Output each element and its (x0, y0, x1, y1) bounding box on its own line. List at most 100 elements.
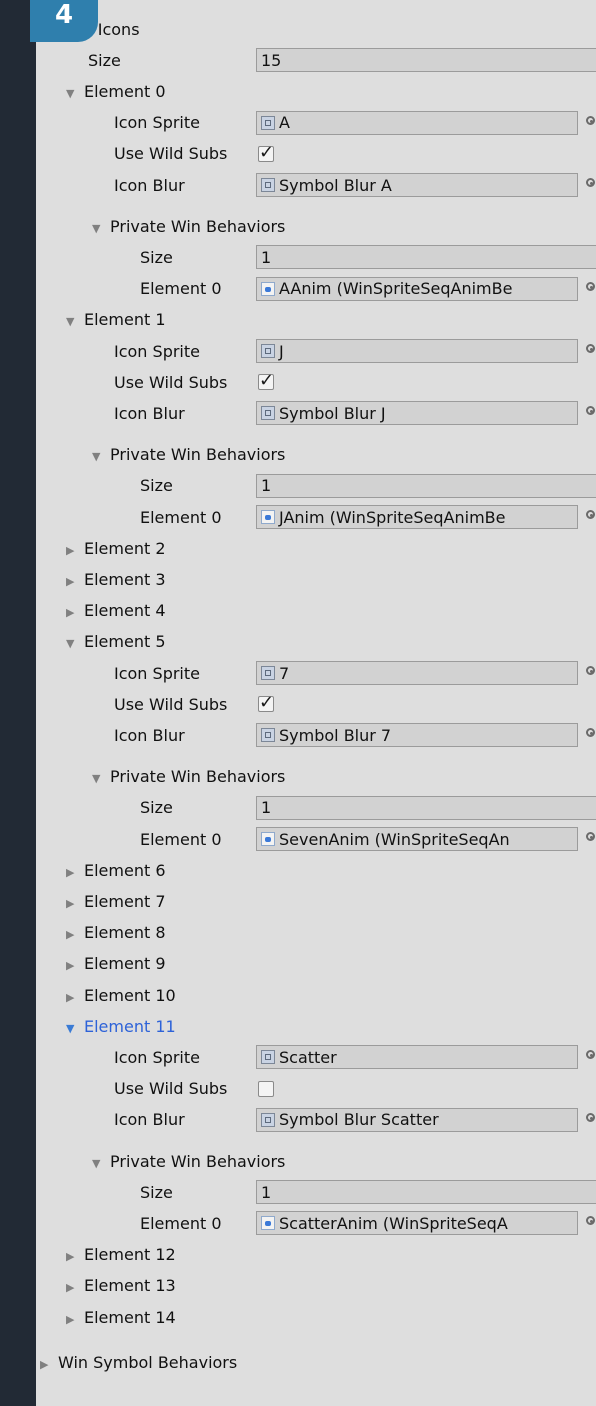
element-foldout-label[interactable]: ▼ Element 1 (66, 310, 166, 329)
private-win-behaviors-foldout[interactable]: ▼ Private Win Behaviors (36, 440, 596, 470)
icon-sprite-field[interactable]: J (256, 339, 578, 363)
element-foldout-4[interactable]: ▶ Element 4 (36, 596, 596, 626)
private-win-behaviors-foldout[interactable]: ▼ Private Win Behaviors (36, 762, 596, 792)
private-win-behaviors-label[interactable]: ▼ Private Win Behaviors (92, 445, 285, 464)
use-wild-checkbox-unchecked[interactable] (258, 1080, 274, 1097)
pwb-element-field[interactable]: ScatterAnim (WinSpriteSeqA (256, 1211, 578, 1236)
size-input[interactable]: 1 (256, 795, 596, 820)
object-picker-icon[interactable] (586, 510, 595, 519)
object-field-value: AAnim (WinSpriteSeqAnimBe (279, 279, 513, 299)
size-input[interactable]: 1 (256, 473, 596, 498)
element-foldout-13[interactable]: ▶ Element 13 (36, 1271, 596, 1301)
foldout-collapsed-icon[interactable]: ▶ (66, 1281, 78, 1294)
element-foldout-9[interactable]: ▶ Element 9 (36, 949, 596, 979)
private-win-behaviors-foldout[interactable]: ▼ Private Win Behaviors (36, 1146, 596, 1176)
object-picker-icon[interactable] (586, 1112, 595, 1122)
win-symbol-behaviors-foldout[interactable]: ▶ Win Symbol Behaviors (36, 1347, 596, 1377)
object-picker-icon[interactable] (586, 832, 595, 841)
foldout-collapsed-icon[interactable]: ▶ (66, 575, 78, 588)
element-foldout-label[interactable]: ▶ Element 4 (66, 601, 166, 620)
pwb-element-field[interactable]: SevenAnim (WinSpriteSeqAn (256, 827, 578, 851)
private-win-behaviors-label[interactable]: ▼ Private Win Behaviors (92, 767, 285, 786)
foldout-expanded-icon[interactable]: ▼ (66, 87, 78, 100)
element-foldout-8[interactable]: ▶ Element 8 (36, 918, 596, 948)
win-symbol-behaviors-label[interactable]: ▶ Win Symbol Behaviors (40, 1353, 237, 1372)
element-foldout-label[interactable]: ▶ Element 3 (66, 570, 166, 589)
object-picker-icon[interactable] (586, 1216, 595, 1226)
element-foldout-5[interactable]: ▼ Element 5 (36, 627, 596, 657)
foldout-collapsed-icon[interactable]: ▶ (66, 928, 78, 941)
element-foldout-2[interactable]: ▶ Element 2 (36, 533, 596, 563)
icon-sprite-field[interactable]: A (256, 110, 578, 135)
size-input[interactable]: 1 (256, 245, 596, 270)
private-win-behaviors-foldout[interactable]: ▼ Private Win Behaviors (36, 211, 596, 241)
object-field-value: J (279, 341, 284, 361)
foldout-collapsed-icon[interactable]: ▶ (66, 606, 78, 619)
element-foldout-label[interactable]: ▶ Element 6 (66, 861, 166, 880)
foldout-collapsed-icon[interactable]: ▶ (66, 1313, 78, 1326)
foldout-collapsed-icon[interactable]: ▶ (66, 1250, 78, 1263)
element-foldout-7[interactable]: ▶ Element 7 (36, 886, 596, 916)
object-picker-icon[interactable] (586, 178, 595, 187)
element-foldout-14[interactable]: ▶ Element 14 (36, 1302, 596, 1332)
object-picker-icon[interactable] (586, 344, 595, 353)
foldout-collapsed-icon[interactable]: ▶ (66, 959, 78, 972)
icon-blur-row: Icon Blur Symbol Blur J (36, 398, 596, 428)
element-foldout-label[interactable]: ▼ Element 11 (66, 1017, 176, 1036)
element-foldout-1[interactable]: ▼ Element 1 (36, 305, 596, 335)
foldout-expanded-icon[interactable]: ▼ (92, 772, 104, 785)
element-foldout-3[interactable]: ▶ Element 3 (36, 564, 596, 594)
element-foldout-label[interactable]: ▶ Element 2 (66, 539, 166, 558)
foldout-expanded-icon[interactable]: ▼ (66, 315, 78, 328)
element-foldout-label[interactable]: ▶ Element 10 (66, 986, 176, 1005)
foldout-expanded-icon[interactable]: ▼ (92, 222, 104, 235)
element-foldout-12[interactable]: ▶ Element 12 (36, 1240, 596, 1270)
element-foldout-label[interactable]: ▶ Element 9 (66, 954, 166, 973)
object-picker-icon[interactable] (586, 115, 595, 125)
foldout-collapsed-icon[interactable]: ▶ (40, 1358, 52, 1371)
object-picker-icon[interactable] (586, 281, 595, 291)
foldout-expanded-icon[interactable]: ▼ (92, 1157, 104, 1170)
element-foldout-6[interactable]: ▶ Element 6 (36, 855, 596, 885)
icon-sprite-field[interactable]: Scatter (256, 1045, 578, 1070)
private-win-behaviors-label[interactable]: ▼ Private Win Behaviors (92, 1152, 285, 1171)
icon-blur-field[interactable]: Symbol Blur J (256, 401, 578, 426)
pwb-element-field[interactable]: AAnim (WinSpriteSeqAnimBe (256, 276, 578, 301)
element-foldout-label[interactable]: ▶ Element 7 (66, 892, 166, 911)
object-picker-icon[interactable] (586, 1050, 595, 1060)
object-picker-icon[interactable] (586, 406, 595, 416)
sprite-asset-icon (261, 728, 275, 743)
use-wild-checkbox-checked[interactable]: ✓ (258, 143, 274, 162)
slot-icons-header: Slot Icons (36, 14, 596, 44)
object-picker-icon[interactable] (586, 666, 595, 675)
foldout-expanded-icon[interactable]: ▼ (92, 450, 104, 463)
element-foldout-0[interactable]: ▼ Element 0 (36, 76, 596, 106)
foldout-expanded-icon[interactable]: ▼ (66, 1022, 78, 1035)
use-wild-checkbox-checked[interactable]: ✓ (258, 694, 274, 713)
use-wild-checkbox-checked[interactable]: ✓ (258, 372, 274, 391)
icon-blur-field[interactable]: Symbol Blur Scatter (256, 1107, 578, 1132)
element-foldout-label[interactable]: ▶ Element 14 (66, 1308, 176, 1327)
script-asset-icon (261, 510, 275, 524)
foldout-collapsed-icon[interactable]: ▶ (66, 897, 78, 910)
element-foldout-label[interactable]: ▶ Element 8 (66, 923, 166, 942)
element-foldout-10[interactable]: ▶ Element 10 (36, 980, 596, 1010)
icon-blur-field[interactable]: Symbol Blur A (256, 173, 578, 197)
element-foldout-label[interactable]: ▼ Element 0 (66, 82, 166, 101)
foldout-collapsed-icon[interactable]: ▶ (66, 991, 78, 1004)
icon-blur-field[interactable]: Symbol Blur 7 (256, 723, 578, 748)
inspector-panel: 4 Slot Icons Size 15 ▼ Element 0 Icon Sprite A… (30, 0, 596, 1406)
element-foldout-label[interactable]: ▶ Element 12 (66, 1245, 176, 1264)
foldout-expanded-icon[interactable]: ▼ (66, 637, 78, 650)
size-input[interactable]: 15 (256, 48, 596, 73)
private-win-behaviors-label[interactable]: ▼ Private Win Behaviors (92, 217, 285, 236)
object-picker-icon[interactable] (586, 728, 595, 738)
size-input[interactable]: 1 (256, 1180, 596, 1205)
element-foldout-label[interactable]: ▶ Element 13 (66, 1276, 176, 1295)
icon-sprite-field[interactable]: 7 (256, 661, 578, 685)
pwb-element-field[interactable]: JAnim (WinSpriteSeqAnimBe (256, 505, 578, 529)
element-foldout-11[interactable]: ▼ Element 11 (36, 1011, 596, 1041)
element-foldout-label[interactable]: ▼ Element 5 (66, 632, 166, 651)
foldout-collapsed-icon[interactable]: ▶ (66, 866, 78, 879)
foldout-collapsed-icon[interactable]: ▶ (66, 544, 78, 557)
